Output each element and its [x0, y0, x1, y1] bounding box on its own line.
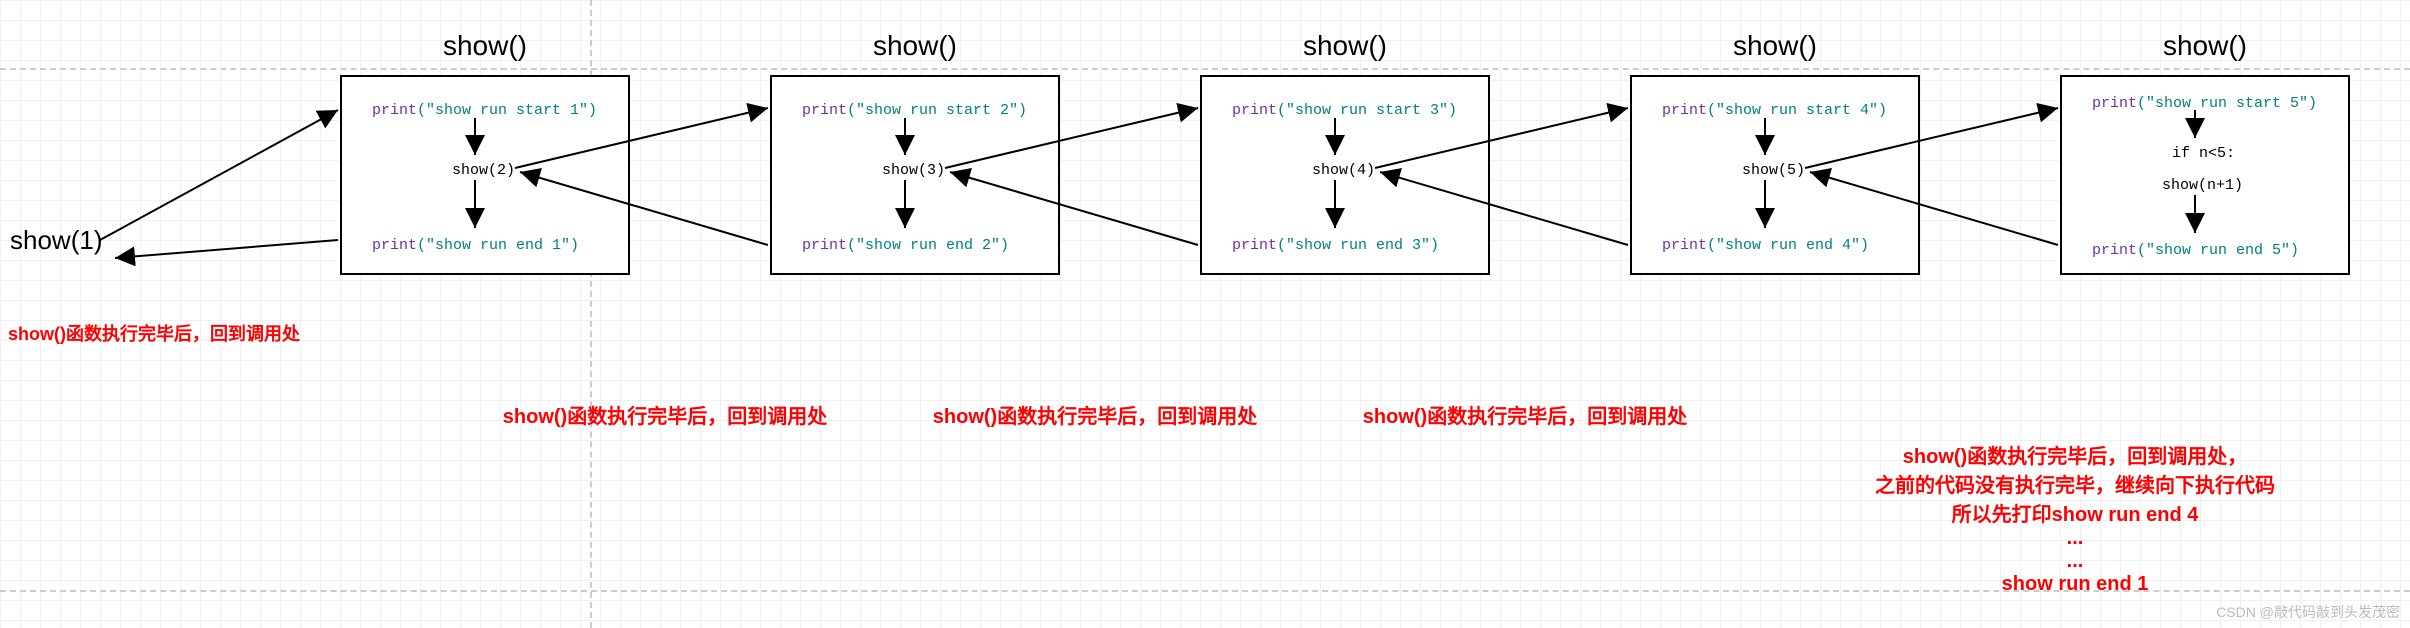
- arrow-call-entry: [100, 110, 338, 240]
- frame-box-5: print("show run start 5") if n<5: show(n…: [2060, 75, 2350, 275]
- box-title-3: show(): [1200, 30, 1490, 62]
- rn-r3: 所以先打印show run end 4: [1760, 498, 2390, 527]
- stmt-cond-5: if n<5:: [2172, 145, 2235, 162]
- rn-r1: show()函数执行完毕后，回到调用处，: [1760, 440, 2390, 469]
- stmt-call-2: show(3): [882, 162, 945, 179]
- return-note-3: show()函数执行完毕后，回到调用处: [1310, 400, 1740, 429]
- frame-box-2: print("show run start 2") show(3) print(…: [770, 75, 1060, 275]
- arrow-return-entry: [115, 240, 338, 258]
- return-note-2: show()函数执行完毕后，回到调用处: [880, 400, 1310, 429]
- stmt-end-2: print("show run end 2"): [802, 237, 1009, 254]
- return-note-1: show()函数执行完毕后，回到调用处: [450, 400, 880, 429]
- stmt-start-3: print("show run start 3"): [1232, 102, 1457, 119]
- stmt-recurse-5: show(n+1): [2162, 177, 2243, 194]
- frame-box-4: print("show run start 4") show(5) print(…: [1630, 75, 1920, 275]
- box-title-2: show(): [770, 30, 1060, 62]
- return-note-left: show()函数执行完毕后，回到调用处: [8, 320, 300, 346]
- rn-r5: ...: [1760, 550, 2390, 573]
- stmt-call-4: show(5): [1742, 162, 1805, 179]
- frame-box-3: print("show run start 3") show(4) print(…: [1200, 75, 1490, 275]
- box-title-5: show(): [2060, 30, 2350, 62]
- rn-r4: ...: [1760, 527, 2390, 550]
- stmt-end-4: print("show run end 4"): [1662, 237, 1869, 254]
- rn-r2: 之前的代码没有执行完毕，继续向下执行代码: [1760, 469, 2390, 498]
- stmt-end-3: print("show run end 3"): [1232, 237, 1439, 254]
- stmt-start-2: print("show run start 2"): [802, 102, 1027, 119]
- entry-call: show(1): [10, 225, 102, 256]
- rn-r6: show run end 1: [1760, 573, 2390, 596]
- stmt-start-5: print("show run start 5"): [2092, 95, 2317, 112]
- stmt-end-5: print("show run end 5"): [2092, 242, 2299, 259]
- stmt-start-4: print("show run start 4"): [1662, 102, 1887, 119]
- return-note-right: show()函数执行完毕后，回到调用处， 之前的代码没有执行完毕，继续向下执行代…: [1760, 440, 2390, 596]
- box-title-1: show(): [340, 30, 630, 62]
- guide-h: [0, 68, 2410, 70]
- stmt-call-1: show(2): [452, 162, 515, 179]
- box-title-4: show(): [1630, 30, 1920, 62]
- stmt-start-1: print("show run start 1"): [372, 102, 597, 119]
- stmt-end-1: print("show run end 1"): [372, 237, 579, 254]
- frame-box-1: print("show run start 1") show(2) print(…: [340, 75, 630, 275]
- watermark: CSDN @敲代码敲到头发茂密: [2216, 602, 2400, 622]
- stmt-call-3: show(4): [1312, 162, 1375, 179]
